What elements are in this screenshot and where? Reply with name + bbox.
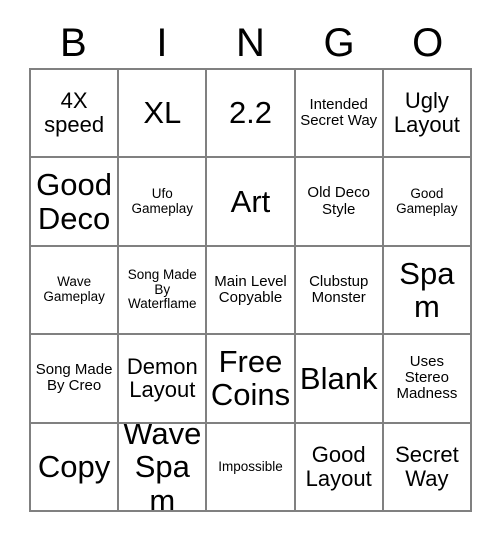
bingo-cell-label: Clubstup Monster bbox=[309, 272, 369, 306]
bingo-cell-label: Blank bbox=[299, 360, 378, 396]
bingo-cell[interactable]: Spam bbox=[383, 246, 472, 336]
bingo-cell-label: Uses Stereo Madness bbox=[396, 353, 458, 403]
bingo-cell[interactable]: 4X speed bbox=[31, 70, 120, 159]
bingo-cell[interactable]: Song Made By Waterflame bbox=[119, 246, 208, 336]
bingo-cell[interactable]: Blank bbox=[295, 335, 384, 424]
bingo-cell[interactable]: Wave Gameplay bbox=[31, 246, 120, 336]
bingo-header-letter-i: I bbox=[156, 21, 168, 65]
bingo-cell-label: Copy bbox=[37, 449, 111, 485]
bingo-cell[interactable]: Copy bbox=[31, 423, 120, 512]
bingo-cell-label: Impossible bbox=[218, 458, 283, 474]
bingo-header-letter-b: B bbox=[59, 21, 87, 65]
bingo-cell[interactable]: XL bbox=[119, 70, 208, 159]
bingo-cell[interactable]: Song Made By Creo bbox=[31, 335, 120, 424]
bingo-cell[interactable]: Demon Layout bbox=[119, 335, 208, 424]
bingo-cell-label: Spam bbox=[399, 255, 455, 324]
bingo-cell-label: Secret Way bbox=[395, 442, 459, 491]
bingo-cell[interactable]: Intended Secret Way bbox=[295, 70, 384, 159]
bingo-cell-label: Good Deco bbox=[36, 167, 113, 236]
bingo-cell-label: Song Made By Creo bbox=[35, 361, 113, 395]
bingo-cell-label: Ugly Layout bbox=[393, 88, 460, 138]
bingo-cell[interactable]: Ufo Gameplay bbox=[119, 158, 208, 247]
bingo-header-letter-o: O bbox=[412, 21, 444, 65]
bingo-header-row: B I N G O bbox=[29, 18, 472, 68]
bingo-header-letter-g: G bbox=[323, 21, 355, 65]
bingo-cell[interactable]: Secret Way bbox=[383, 423, 472, 512]
bingo-cell-label: Free Coins bbox=[210, 343, 291, 413]
bingo-cell[interactable]: 2.2 bbox=[207, 70, 296, 159]
bingo-cell[interactable]: Art bbox=[207, 158, 296, 247]
bingo-cell-label: Demon Layout bbox=[126, 353, 198, 403]
bingo-cell[interactable]: Wave Spam bbox=[119, 423, 208, 512]
bingo-cell-label: Song Made By Waterflame bbox=[127, 267, 197, 312]
bingo-cell-label: Good Gameplay bbox=[396, 186, 458, 216]
bingo-cell-label: Old Deco Style bbox=[307, 184, 370, 218]
bingo-cell[interactable]: Old Deco Style bbox=[295, 158, 384, 247]
bingo-cell-label: Wave Gameplay bbox=[43, 274, 105, 304]
bingo-cell[interactable]: Good Deco bbox=[31, 158, 120, 247]
bingo-cell[interactable]: Main Level Copyable bbox=[207, 246, 296, 336]
bingo-cell[interactable]: Good Gameplay bbox=[383, 158, 472, 247]
bingo-cell[interactable]: Ugly Layout bbox=[383, 70, 472, 159]
bingo-cell-label: 2.2 bbox=[228, 95, 273, 131]
bingo-cell[interactable]: Good Layout bbox=[295, 423, 384, 512]
bingo-header-letter-n: N bbox=[236, 21, 265, 65]
bingo-cell-label: 4X speed bbox=[44, 88, 105, 138]
bingo-cell[interactable]: Impossible bbox=[207, 423, 296, 512]
bingo-cell-label: Main Level Copyable bbox=[214, 272, 287, 306]
bingo-cell[interactable]: Clubstup Monster bbox=[295, 246, 384, 336]
bingo-cell[interactable]: Free Coins bbox=[207, 335, 296, 424]
bingo-cell[interactable]: Uses Stereo Madness bbox=[383, 335, 472, 424]
bingo-cell-label: XL bbox=[143, 95, 182, 131]
bingo-cell-label: Ufo Gameplay bbox=[131, 186, 194, 216]
bingo-card: B I N G O 4X speed XL 2.2 Intended Secre… bbox=[29, 18, 472, 514]
bingo-cell-label: Art bbox=[230, 183, 271, 219]
bingo-grid: 4X speed XL 2.2 Intended Secret Way Ugly… bbox=[29, 68, 472, 512]
bingo-cell-label: Good Layout bbox=[305, 442, 372, 491]
bingo-cell-label: Intended Secret Way bbox=[300, 96, 378, 130]
bingo-cell-label: Wave Spam bbox=[123, 423, 202, 512]
